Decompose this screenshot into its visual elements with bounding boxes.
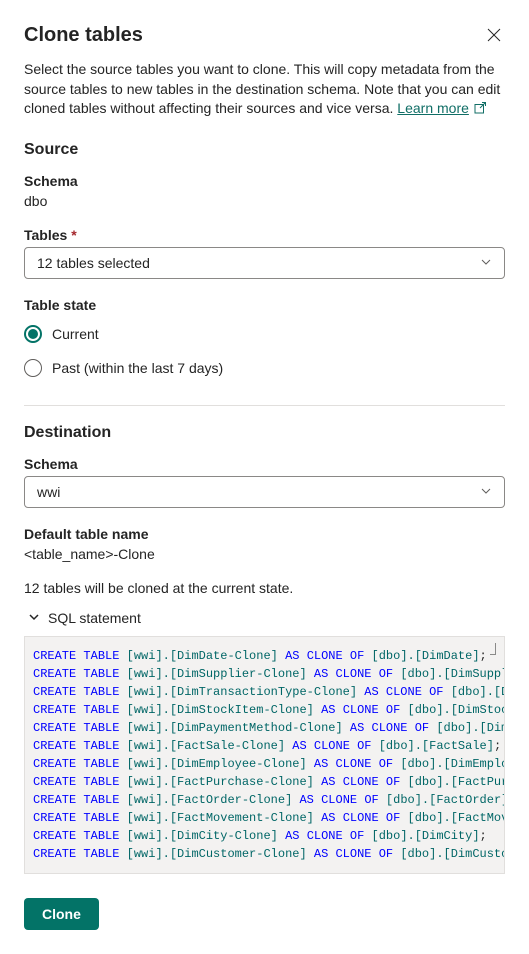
dialog-title: Clone tables [24, 24, 143, 47]
radio-current-label: Current [52, 326, 99, 342]
sql-line: CREATE TABLE [wwi].[DimTransactionType-C… [33, 683, 496, 701]
sql-statement-label: SQL statement [48, 610, 141, 626]
default-name-label: Default table name [24, 526, 505, 542]
sql-line: CREATE TABLE [wwi].[DimEmployee-Clone] A… [33, 755, 496, 773]
sql-line: CREATE TABLE [wwi].[FactPurchase-Clone] … [33, 773, 496, 791]
sql-line: CREATE TABLE [wwi].[FactOrder-Clone] AS … [33, 791, 496, 809]
sql-line: CREATE TABLE [wwi].[DimCustomer-Clone] A… [33, 845, 496, 863]
radio-past-label: Past (within the last 7 days) [52, 360, 223, 376]
clone-summary: 12 tables will be cloned at the current … [24, 580, 505, 596]
tables-dropdown[interactable]: 12 tables selected [24, 247, 505, 279]
tables-dropdown-value: 12 tables selected [37, 255, 150, 271]
chevron-down-icon [28, 610, 40, 626]
sql-line: CREATE TABLE [wwi].[DimSupplier-Clone] A… [33, 665, 496, 683]
learn-more-label: Learn more [397, 100, 469, 116]
section-divider [24, 405, 505, 406]
radio-icon-unchecked [24, 359, 42, 377]
sql-line: CREATE TABLE [wwi].[DimDate-Clone] AS CL… [33, 647, 496, 665]
close-icon [487, 29, 501, 45]
sql-line: CREATE TABLE [wwi].[DimPaymentMethod-Clo… [33, 719, 496, 737]
destination-heading: Destination [24, 424, 505, 442]
sql-line: CREATE TABLE [wwi].[FactMovement-Clone] … [33, 809, 496, 827]
sql-line: CREATE TABLE [wwi].[DimCity-Clone] AS CL… [33, 827, 496, 845]
dest-schema-label: Schema [24, 456, 505, 472]
sql-code-block[interactable]: CREATE TABLE [wwi].[DimDate-Clone] AS CL… [24, 636, 505, 874]
tables-label: Tables * [24, 227, 505, 243]
learn-more-link[interactable]: Learn more [397, 100, 487, 116]
default-name-value: <table_name>-Clone [24, 546, 505, 562]
sql-line: CREATE TABLE [wwi].[DimStockItem-Clone] … [33, 701, 496, 719]
chevron-down-icon [480, 255, 492, 271]
required-asterisk: * [71, 227, 76, 243]
dest-schema-dropdown[interactable]: wwi [24, 476, 505, 508]
radio-current[interactable]: Current [24, 317, 505, 351]
tables-label-text: Tables [24, 227, 67, 243]
source-schema-value: dbo [24, 193, 505, 209]
clone-button[interactable]: Clone [24, 898, 99, 930]
sql-line: CREATE TABLE [wwi].[FactSale-Clone] AS C… [33, 737, 496, 755]
source-heading: Source [24, 141, 505, 159]
sql-statement-toggle[interactable]: SQL statement [24, 610, 505, 626]
intro-text: Select the source tables you want to clo… [24, 60, 505, 121]
table-state-label: Table state [24, 297, 505, 313]
radio-past[interactable]: Past (within the last 7 days) [24, 351, 505, 385]
dest-schema-value: wwi [37, 484, 60, 500]
source-schema-label: Schema [24, 173, 505, 189]
external-link-icon [473, 101, 487, 121]
radio-icon-checked [24, 325, 42, 343]
copy-icon[interactable] [490, 643, 496, 655]
chevron-down-icon [480, 484, 492, 500]
close-button[interactable] [483, 24, 505, 48]
